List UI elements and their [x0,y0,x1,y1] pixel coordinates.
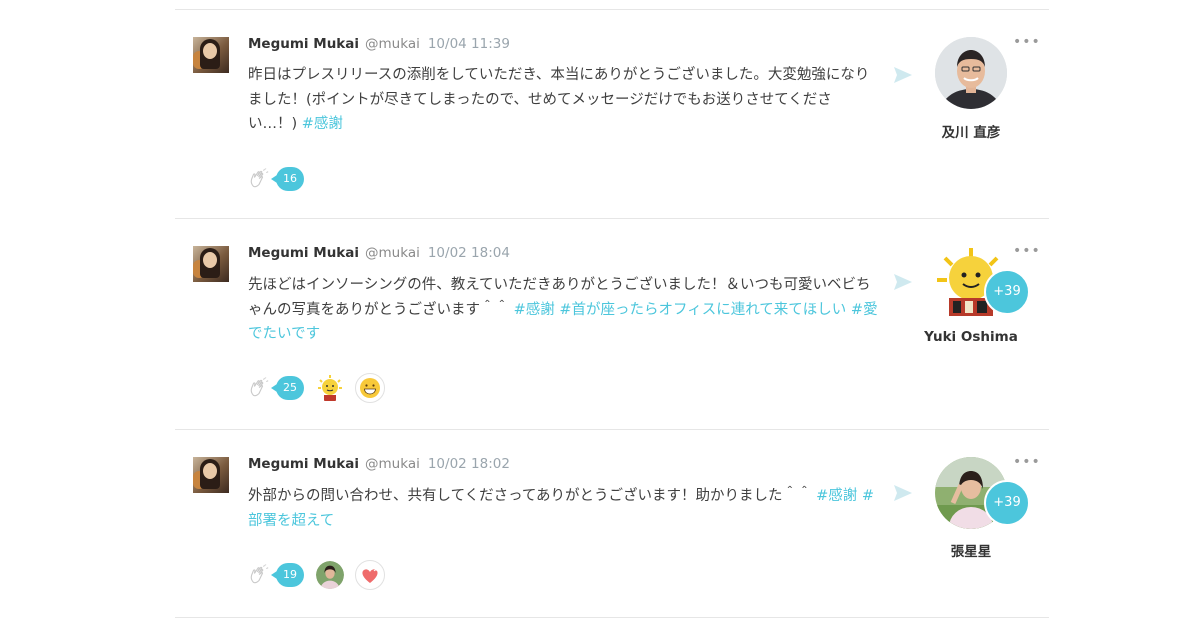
author-name[interactable]: Megumi Mukai [248,245,359,261]
hashtag[interactable]: #感謝 [514,302,555,318]
send-arrow-icon[interactable] [893,273,913,291]
divider [175,617,1049,618]
author-avatar[interactable] [193,37,229,73]
recipient-name[interactable]: 張星星 [903,540,1039,560]
clapping-hands-icon[interactable] [248,377,270,399]
post-time: 10/02 18:04 [427,245,510,261]
author-name[interactable]: Megumi Mukai [248,36,359,52]
user-photo-icon[interactable] [315,560,345,590]
author-handle[interactable]: @mukai [365,456,420,472]
clap-count-badge[interactable]: 19 [271,563,304,587]
clap-count-badge[interactable]: 16 [271,167,304,191]
more-recipients-badge[interactable]: +39 [984,480,1030,526]
more-recipients-badge[interactable]: +39 [984,269,1030,315]
sun-character-icon[interactable] [315,373,345,403]
post-message: 外部からの問い合わせ、共有してくださってありがとうございます！助かりました＾＾ … [248,484,878,533]
clapping-hands-icon[interactable] [248,168,270,190]
author-handle[interactable]: @mukai [365,245,420,261]
post-meta: Megumi Mukai @mukai 10/04 11:39 [248,36,510,52]
post-meta: Megumi Mukai @mukai 10/02 18:04 [248,245,510,261]
clapping-hands-icon[interactable] [248,564,270,586]
recipient-name[interactable]: Yuki Oshima [903,329,1039,345]
more-dots-icon[interactable]: ••• [1013,243,1041,259]
more-dots-icon[interactable]: ••• [1013,34,1041,50]
post-message: 昨日はプレスリリースの添削をしていただき、本当にありがとうございました。大変勉強… [248,63,878,137]
hashtag[interactable]: #感謝 [816,488,857,504]
author-handle[interactable]: @mukai [365,36,420,52]
author-avatar[interactable] [193,246,229,282]
clap-count-badge[interactable]: 25 [271,376,304,400]
grinning-face-icon[interactable] [355,373,385,403]
post-card: Megumi Mukai @mukai 10/02 18:02 外部からの問い合わせ… [175,430,1049,617]
send-arrow-icon[interactable] [893,484,913,502]
more-dots-icon[interactable]: ••• [1013,454,1041,470]
hashtag[interactable]: #感謝 [302,116,343,132]
post-card: Megumi Mukai @mukai 10/04 11:39 昨日はプレスリリース… [175,10,1049,218]
author-name[interactable]: Megumi Mukai [248,456,359,472]
post-time: 10/04 11:39 [427,36,510,52]
post-message: 先ほどはインソーシングの件、教えていただきありがとうございました！＆いつも可愛い… [248,273,878,347]
hearts-icon[interactable] [355,560,385,590]
message-text: 外部からの問い合わせ、共有してくださってありがとうございます！助かりました＾＾ [248,488,817,504]
hashtag[interactable]: #首が座ったらオフィスに連れて来てほしい [559,302,846,318]
post-time: 10/02 18:02 [427,456,510,472]
post-card: Megumi Mukai @mukai 10/02 18:04 先ほどはインソーシン… [175,219,1049,429]
author-avatar[interactable] [193,457,229,493]
recipient-avatar[interactable] [935,37,1007,109]
recipient-name[interactable]: 及川 直彦 [903,121,1039,141]
post-meta: Megumi Mukai @mukai 10/02 18:02 [248,456,510,472]
send-arrow-icon[interactable] [893,66,913,84]
